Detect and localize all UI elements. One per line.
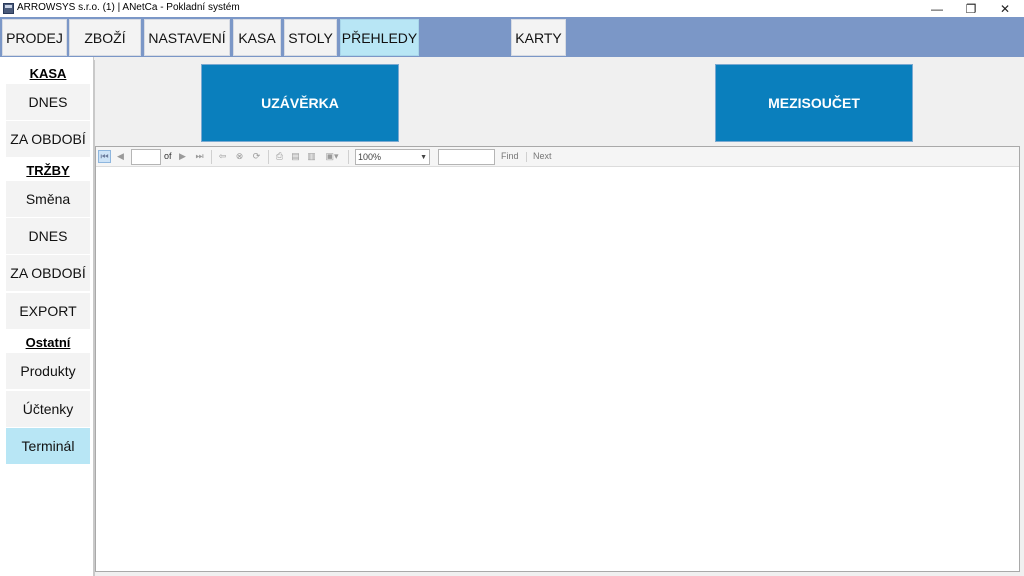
section-heading-ostatni: Ostatní xyxy=(25,334,71,350)
toolbar-separator xyxy=(348,150,349,164)
sidebar-item-export[interactable]: EXPORT xyxy=(6,293,90,329)
sidebar: KASA DNES ZA OBDOBÍ TRŽBY Směna DNES ZA … xyxy=(0,57,94,576)
print-icon[interactable]: ⎙ xyxy=(273,150,286,163)
tab-stoly[interactable]: STOLY xyxy=(284,19,337,56)
zoom-value: 100% xyxy=(358,152,382,162)
sidebar-item-trzby-dnes[interactable]: DNES xyxy=(6,218,90,254)
print-layout-icon[interactable]: ▤ xyxy=(289,150,302,163)
tab-nastaveni[interactable]: NASTAVENÍ xyxy=(144,19,230,56)
find-input[interactable] xyxy=(438,149,495,165)
sidebar-item-kasa-za-obdobi[interactable]: ZA OBDOBÍ xyxy=(6,121,90,157)
sidebar-item-produkty[interactable]: Produkty xyxy=(6,353,90,389)
page-of-label: of xyxy=(164,151,172,161)
section-heading-trzby: TRŽBY xyxy=(26,162,70,178)
tab-prehledy[interactable]: PŘEHLEDY xyxy=(340,19,419,56)
refresh-icon[interactable]: ⟳ xyxy=(250,150,263,163)
tab-prodej[interactable]: PRODEJ xyxy=(2,19,67,56)
tab-kasa[interactable]: KASA xyxy=(233,19,281,56)
previous-page-icon[interactable]: ◀ xyxy=(114,150,127,163)
sidebar-item-kasa-dnes[interactable]: DNES xyxy=(6,84,90,120)
close-button[interactable]: ✕ xyxy=(988,0,1022,17)
chevron-down-icon: ▼ xyxy=(420,154,427,161)
next-link[interactable]: Next xyxy=(533,151,552,161)
section-heading-kasa: KASA xyxy=(29,65,67,81)
window-title: ARROWSYS s.r.o. (1) | ANetCa - Pokladní … xyxy=(17,2,240,13)
stop-icon[interactable]: ⊗ xyxy=(233,150,246,163)
report-viewer: ⏮ ◀ of ▶ ⏭ ⇦ ⊗ ⟳ ⎙ ▤ ▥ ▣▾ 100% ▼ Find Ne… xyxy=(95,146,1020,572)
toolbar-separator xyxy=(268,150,269,164)
restore-button[interactable]: ❐ xyxy=(954,0,988,17)
minimize-button[interactable]: — xyxy=(920,0,954,17)
last-page-icon[interactable]: ⏭ xyxy=(193,150,206,163)
tab-zbozi[interactable]: ZBOŽÍ xyxy=(69,19,141,56)
app-window: ARROWSYS s.r.o. (1) | ANetCa - Pokladní … xyxy=(0,0,1024,576)
uzaverka-button[interactable]: UZÁVĚRKA xyxy=(201,64,399,142)
next-page-icon[interactable]: ▶ xyxy=(176,150,189,163)
sidebar-item-terminal[interactable]: Terminál xyxy=(6,428,90,464)
sidebar-item-smena[interactable]: Směna xyxy=(6,181,90,217)
find-link[interactable]: Find xyxy=(501,151,519,161)
sidebar-item-trzby-za-obdobi[interactable]: ZA OBDOBÍ xyxy=(6,255,90,291)
sidebar-item-uctenky[interactable]: Účtenky xyxy=(6,391,90,427)
mezisoucet-button[interactable]: MEZISOUČET xyxy=(715,64,913,142)
toolbar-separator xyxy=(526,152,527,162)
top-navigation: PRODEJ ZBOŽÍ NASTAVENÍ KASA STOLY PŘEHLE… xyxy=(0,17,1024,57)
toolbar-separator xyxy=(211,150,212,164)
title-bar: ARROWSYS s.r.o. (1) | ANetCa - Pokladní … xyxy=(0,0,1024,17)
export-icon[interactable]: ▣▾ xyxy=(322,150,342,163)
page-number-input[interactable] xyxy=(131,149,161,165)
tab-karty[interactable]: KARTY xyxy=(511,19,566,56)
app-logo-icon xyxy=(3,3,14,14)
report-toolbar: ⏮ ◀ of ▶ ⏭ ⇦ ⊗ ⟳ ⎙ ▤ ▥ ▣▾ 100% ▼ Find Ne… xyxy=(96,147,1019,167)
first-page-icon[interactable]: ⏮ xyxy=(98,150,111,163)
zoom-select[interactable]: 100% ▼ xyxy=(355,149,430,165)
back-icon[interactable]: ⇦ xyxy=(216,150,229,163)
report-content-area xyxy=(96,167,1019,571)
page-setup-icon[interactable]: ▥ xyxy=(305,150,318,163)
